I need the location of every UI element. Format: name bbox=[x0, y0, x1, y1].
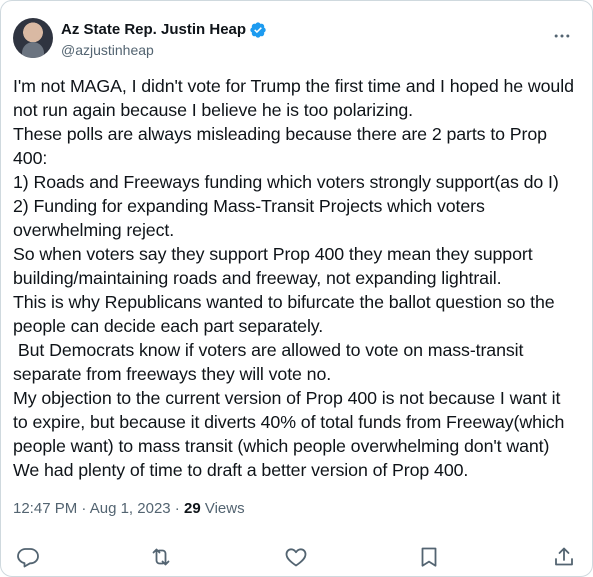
views-count: 29 bbox=[183, 500, 201, 517]
like-button[interactable] bbox=[284, 545, 308, 569]
meta-separator: · bbox=[77, 500, 90, 517]
tweet-time[interactable]: 12:47 PM bbox=[13, 500, 77, 517]
meta-separator-2: · bbox=[170, 500, 184, 517]
avatar[interactable] bbox=[13, 18, 53, 58]
share-icon bbox=[555, 547, 573, 566]
display-name[interactable]: Az State Rep. Justin Heap bbox=[61, 20, 246, 40]
retweet-button[interactable] bbox=[149, 545, 173, 569]
reply-icon bbox=[17, 548, 39, 568]
name-row: Az State Rep. Justin Heap bbox=[61, 20, 267, 40]
bookmark-icon bbox=[421, 547, 437, 567]
views-label: Views bbox=[200, 500, 245, 517]
retweet-icon bbox=[152, 548, 170, 566]
share-button[interactable] bbox=[552, 545, 576, 569]
reply-button[interactable] bbox=[16, 545, 40, 569]
verified-badge-icon bbox=[250, 22, 266, 38]
bookmark-button[interactable] bbox=[417, 545, 441, 569]
tweet-header: Az State Rep. Justin Heap @azjustinheap bbox=[13, 18, 580, 62]
more-horizontal-icon[interactable] bbox=[552, 26, 572, 46]
action-bar bbox=[16, 545, 576, 569]
user-handle[interactable]: @azjustinheap bbox=[61, 40, 267, 60]
tweet-card: Az State Rep. Justin Heap @azjustinheap … bbox=[0, 0, 593, 577]
tweet-meta: 12:47 PM · Aug 1, 2023 · 29 Views bbox=[13, 499, 245, 519]
like-icon bbox=[285, 548, 307, 567]
tweet-date[interactable]: Aug 1, 2023 bbox=[90, 500, 171, 517]
tweet-text: I'm not MAGA, I didn't vote for Trump th… bbox=[13, 76, 574, 480]
author-identity: Az State Rep. Justin Heap @azjustinheap bbox=[61, 20, 267, 60]
